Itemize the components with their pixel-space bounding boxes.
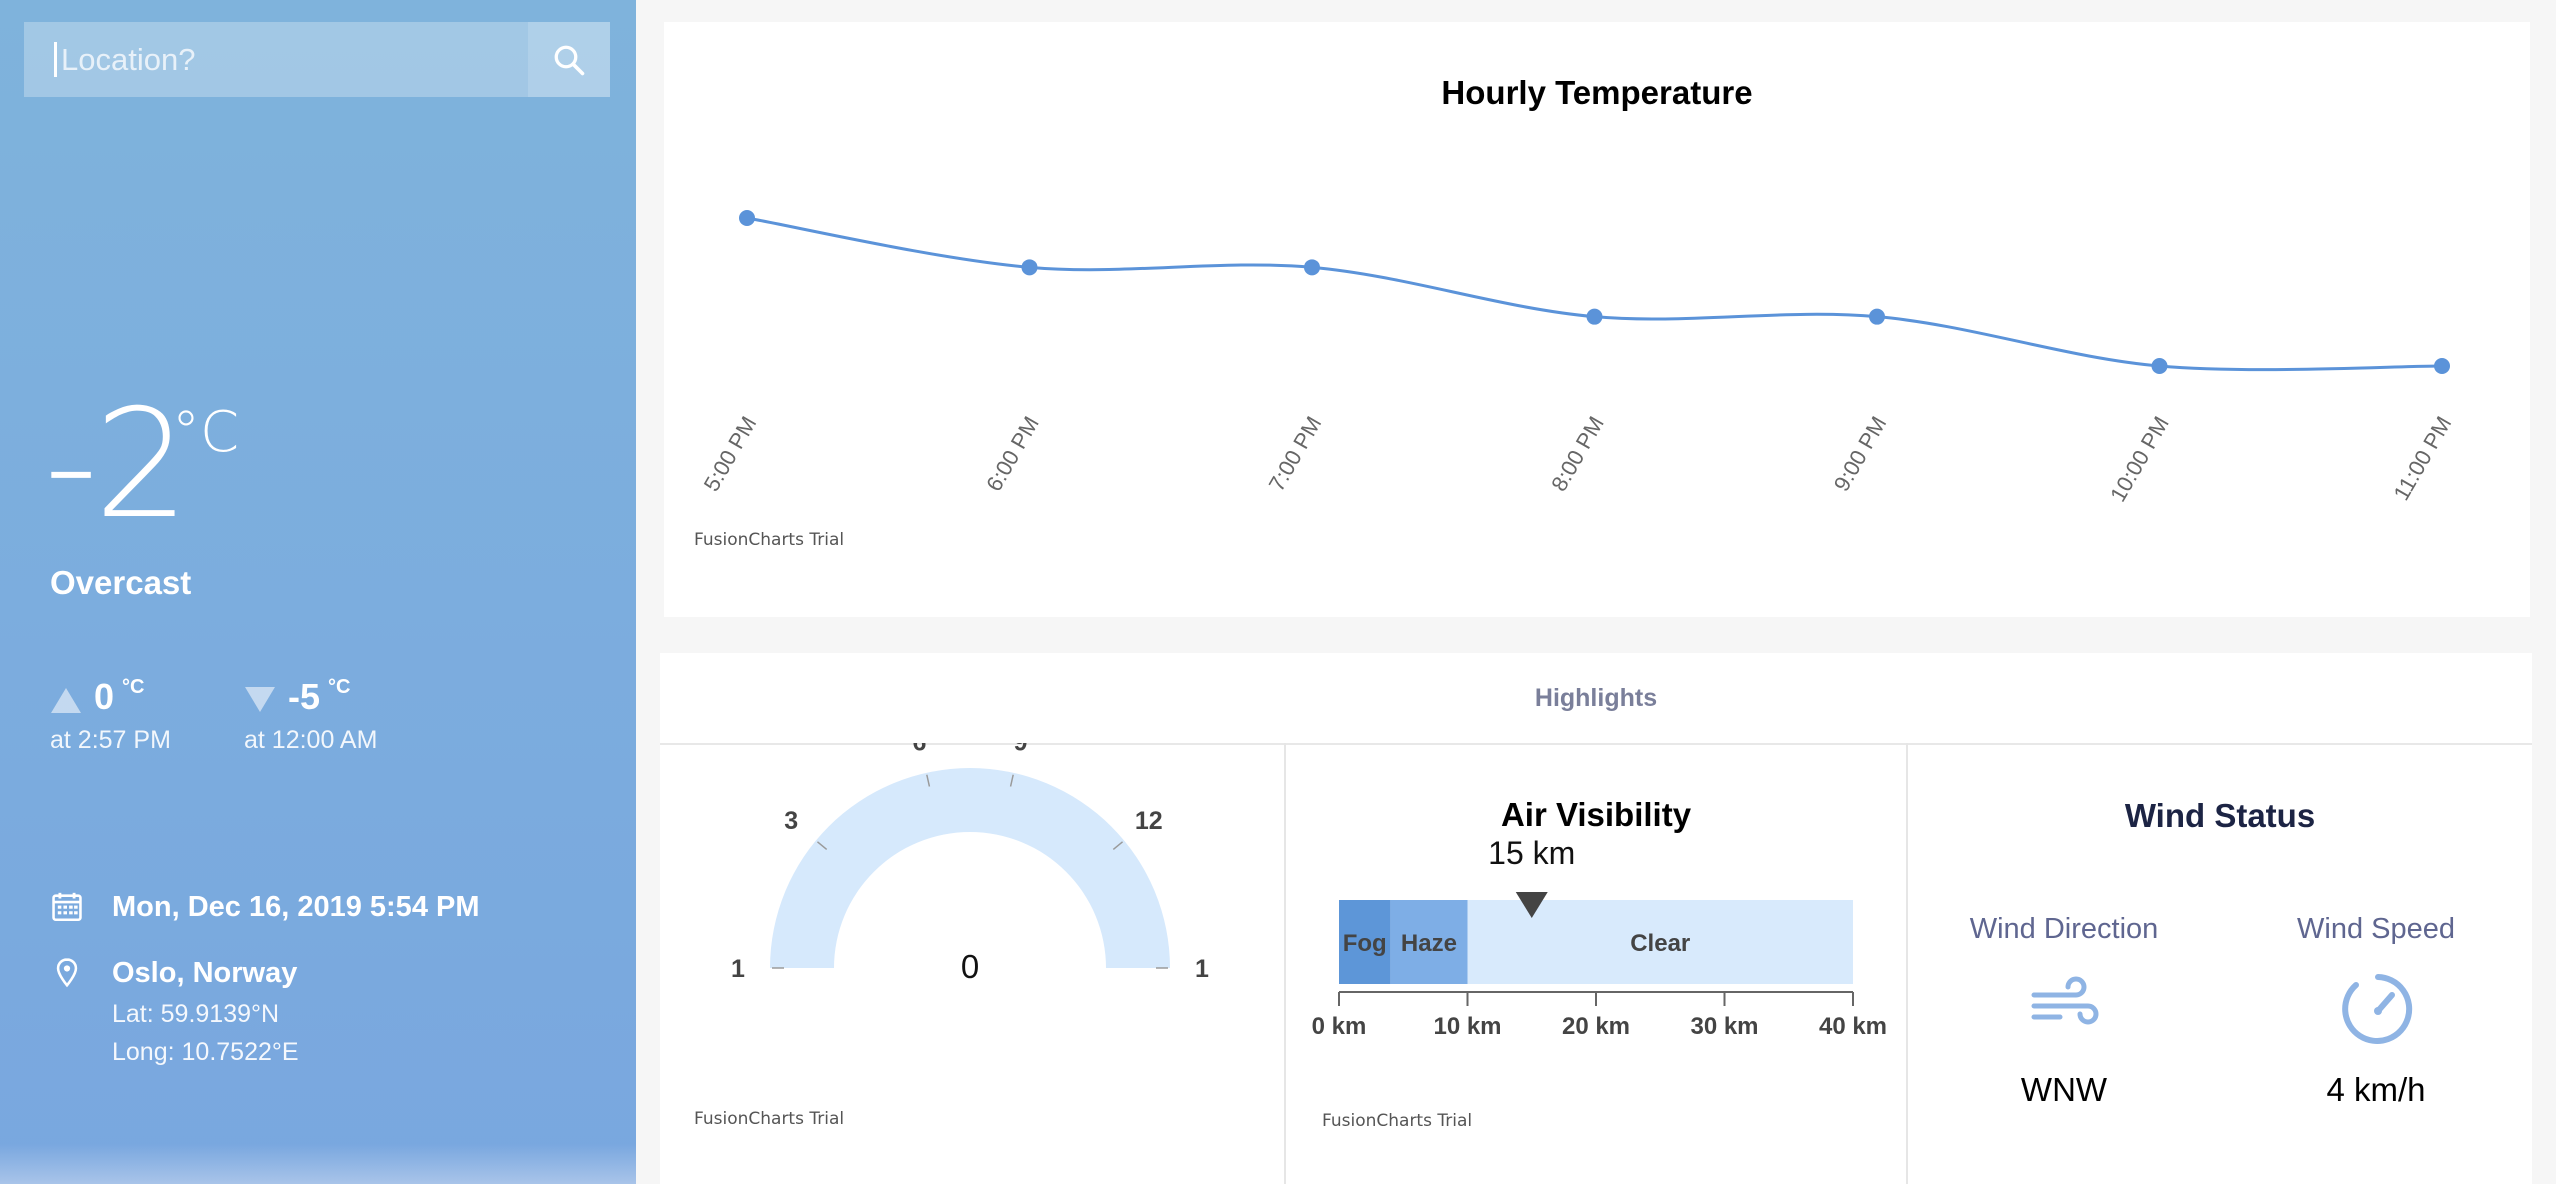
current-datetime: Mon, Dec 16, 2019 5:54 PM bbox=[112, 890, 480, 923]
visibility-band-label: Fog bbox=[1343, 930, 1387, 957]
visibility-tick-label: 0 km bbox=[1312, 1013, 1367, 1040]
location-search-input[interactable] bbox=[54, 42, 528, 77]
temperature-unit: °C bbox=[172, 400, 240, 465]
high-temperature-time: at 2:57 PM bbox=[50, 726, 171, 754]
uv-tick-label: 12 bbox=[1135, 807, 1163, 835]
x-tick-label: 6:00 PM bbox=[981, 412, 1044, 495]
search-bar bbox=[24, 22, 610, 97]
visibility-band-label: Haze bbox=[1401, 930, 1457, 957]
longitude: Long: 10.7522°E bbox=[112, 1038, 299, 1066]
hourly-temperature-chart: 5:00 PM 6:00 PM 7:00 PM 8:00 PM 9:00 PM 10:00… bbox=[699, 210, 2456, 506]
location-pin-icon bbox=[56, 958, 78, 988]
current-location: Oslo, Norway bbox=[112, 956, 298, 989]
x-tick-label: 10:00 PM bbox=[2105, 412, 2174, 506]
speedometer-icon bbox=[2342, 974, 2413, 1044]
triangle-up-icon bbox=[51, 688, 81, 713]
uv-tick-label: 6 bbox=[912, 743, 926, 757]
visibility-trial-label: FusionCharts Trial bbox=[1322, 1111, 1473, 1131]
location-row: Oslo, Norway bbox=[50, 956, 297, 990]
data-point bbox=[1586, 308, 1603, 325]
weather-condition: Overcast bbox=[50, 564, 192, 601]
speed-icon-wrap bbox=[2342, 973, 2414, 1050]
wind-speed-label: Wind Speed bbox=[2297, 913, 2455, 945]
triangle-down-icon bbox=[245, 687, 275, 712]
wind-icon bbox=[2031, 976, 2099, 1025]
current-temperature: -2 bbox=[44, 378, 190, 552]
visibility-band-label: Clear bbox=[1630, 930, 1690, 957]
chart-trial-label: FusionCharts Trial bbox=[694, 530, 845, 550]
low-temperature-unit: °C bbox=[328, 676, 351, 698]
data-point bbox=[739, 210, 755, 226]
low-temperature-value: -5 bbox=[288, 676, 321, 717]
datetime-row: Mon, Dec 16, 2019 5:54 PM bbox=[50, 890, 480, 924]
visibility-tick-label: 30 km bbox=[1690, 1013, 1758, 1040]
hourly-temperature-card: Hourly Temperature 5:00 PM 6:00 PM 7:00 PM… bbox=[664, 22, 2530, 617]
search-icon bbox=[554, 45, 585, 75]
uv-value: 0 bbox=[961, 948, 979, 985]
data-point bbox=[2151, 358, 2168, 374]
x-tick-label: 11:00 PM bbox=[2388, 412, 2456, 505]
data-point bbox=[1021, 259, 1038, 276]
uv-tick-label: 9 bbox=[1014, 743, 1028, 757]
uv-tick-label: 1 bbox=[731, 955, 745, 983]
wind-speed-value: 4 km/h bbox=[2326, 1071, 2426, 1108]
visibility-tick-label: 20 km bbox=[1562, 1013, 1630, 1040]
visibility-tick-label: 40 km bbox=[1819, 1013, 1887, 1040]
highlights-card: Highlights UV Index 13691210 FusionChart… bbox=[660, 653, 2532, 1184]
uv-trial-label: FusionCharts Trial bbox=[694, 1109, 845, 1129]
data-point bbox=[1869, 308, 1885, 325]
x-tick-label: 8:00 PM bbox=[1546, 412, 1609, 495]
calendar-icon bbox=[52, 892, 82, 922]
low-temperature-time: at 12:00 AM bbox=[244, 726, 378, 754]
low-temperature: -5 °C at 12:00 AM bbox=[244, 676, 377, 755]
wind-direction-value: WNW bbox=[2020, 1071, 2108, 1108]
sidebar-fade bbox=[0, 1144, 636, 1184]
wind-status-title: Wind Status bbox=[2124, 797, 2316, 834]
x-tick-label: 7:00 PM bbox=[1264, 412, 1327, 495]
data-point bbox=[2434, 358, 2450, 374]
visibility-value: 15 km bbox=[1488, 835, 1575, 871]
latitude: Lat: 59.9139°N bbox=[112, 1000, 280, 1028]
x-tick-label: 9:00 PM bbox=[1829, 412, 1892, 495]
temperature-line bbox=[746, 216, 2443, 372]
high-temperature: 0 °C at 2:57 PM bbox=[50, 676, 171, 755]
high-temperature-value: 0 bbox=[94, 676, 115, 717]
wind-direction-label: Wind Direction bbox=[1969, 913, 2159, 945]
sidebar: -2 °C Overcast 0 °C at 2:57 PM -5 °C at … bbox=[0, 0, 636, 1184]
high-temperature-unit: °C bbox=[122, 676, 145, 698]
visibility-tick-label: 10 km bbox=[1433, 1013, 1501, 1040]
uv-tick-label: 1 bbox=[1195, 955, 1209, 983]
uv-tick-label: 3 bbox=[784, 807, 798, 835]
uv-gauge-band bbox=[770, 768, 1170, 968]
wind-icon-wrap bbox=[2030, 973, 2100, 1038]
highlights-title: Highlights bbox=[660, 653, 2532, 745]
data-point bbox=[1304, 259, 1320, 276]
search-button[interactable] bbox=[528, 22, 610, 97]
x-tick-label: 5:00 PM bbox=[699, 412, 762, 495]
